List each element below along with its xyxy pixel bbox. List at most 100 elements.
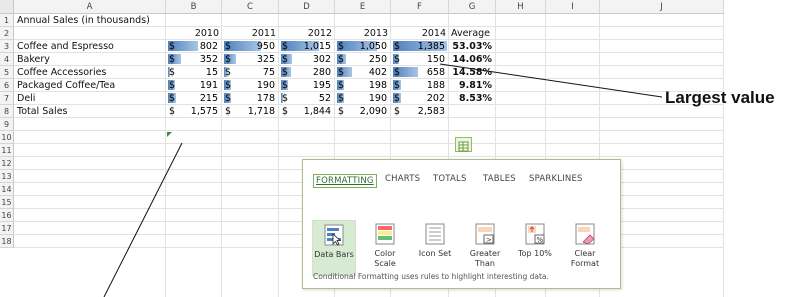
icon-set-button[interactable]: Icon Set [413,223,457,259]
column-header-c[interactable]: C [222,0,279,14]
row-header-11[interactable]: 11 [0,144,14,157]
cell-value: 52 [318,93,331,104]
spreadsheet: ABCDEFGHIJ 1 2 3 4 5 6 7 8 9 10 11 12 13 14 15 16 17 18 A… [0,0,724,297]
clear-format-button[interactable]: Clear Format [563,223,607,269]
cell-value: 1,015 [303,41,331,52]
column-header-j[interactable]: J [600,0,724,14]
row-header-12[interactable]: 12 [0,157,14,170]
row-label: Coffee Accessories [17,67,107,78]
svg-text:>: > [486,236,492,244]
row-header-3[interactable]: 3 [0,40,14,53]
row-header-17[interactable]: 17 [0,222,14,235]
cell-value: 190 [256,80,275,91]
data-bars-icon [323,224,345,246]
select-all-corner[interactable] [0,0,14,14]
cell-value: 402 [368,67,387,78]
quick-analysis-icon [458,141,469,152]
color-scale-button[interactable]: Color Scale [363,223,407,269]
average-value: 14.58% [452,67,492,78]
cell-value: 150 [426,54,445,65]
year-header-2011: 2011 [251,28,276,39]
cell-value: 215 [199,93,218,104]
greater-than-icon: > [474,223,496,245]
year-header-2014: 2014 [421,28,446,39]
cell-value: 250 [368,54,387,65]
total-label: Total Sales [17,106,68,117]
column-header-e[interactable]: E [335,0,391,14]
top-10-button[interactable]: % Top 10% [513,223,557,259]
option-label: Color Scale [374,249,396,268]
row-header-4[interactable]: 4 [0,53,14,66]
option-label: Data Bars [314,250,354,259]
tab-formatting[interactable]: FORMATTING [313,174,377,188]
row-header-8[interactable]: 8 [0,105,14,118]
tab-charts[interactable]: CHARTS [385,174,420,184]
cell-value: 188 [426,80,445,91]
cell-value: 178 [256,93,275,104]
top-10-icon: % [524,223,546,245]
total-value: 1,575 [190,106,218,117]
cell-value: 15 [205,67,218,78]
data-bars-button[interactable]: Data Bars [312,220,356,276]
cell-value: 280 [312,67,331,78]
tab-sparklines[interactable]: SPARKLINES [529,174,583,184]
cell-value: 75 [262,67,275,78]
quick-analysis-panel: FORMATTING CHARTS TOTALS TABLES SPARKLINES D… [302,159,621,289]
cell-value: 802 [199,41,218,52]
total-value: 1,718 [247,106,275,117]
year-header-2012: 2012 [307,28,332,39]
row-header-13[interactable]: 13 [0,170,14,183]
column-header-h[interactable]: H [496,0,546,14]
gridline-h [14,130,724,131]
average-value: 9.81% [459,80,492,91]
row-label: Coffee and Espresso [17,41,114,52]
column-header-b[interactable]: B [166,0,222,14]
cell-value: 302 [312,54,331,65]
cell-value: 190 [368,93,387,104]
tab-totals[interactable]: TOTALS [433,174,467,184]
row-header-10[interactable]: 10 [0,131,14,144]
row-header-9[interactable]: 9 [0,118,14,131]
option-label: Clear Format [570,249,600,268]
cell-value: 202 [426,93,445,104]
average-value: 14.06% [452,54,492,65]
column-header-d[interactable]: D [279,0,335,14]
row-header-16[interactable]: 16 [0,209,14,222]
column-header-i[interactable]: I [546,0,600,14]
column-header-a[interactable]: A [14,0,166,14]
cell-value: 1,385 [417,41,445,52]
cell-value: 195 [312,80,331,91]
row-header-18[interactable]: 18 [0,235,14,248]
svg-text:%: % [537,236,544,244]
callout-largest-value: Largest value [665,88,775,107]
column-header-g[interactable]: G [449,0,496,14]
clear-format-icon [574,223,596,245]
cell-value: 191 [199,80,218,91]
quick-analysis-description: Conditional Formatting uses rules to hig… [313,272,549,281]
row-header-7[interactable]: 7 [0,92,14,105]
gridline-h [14,156,724,157]
total-value: 2,090 [359,106,387,117]
row-header-2[interactable]: 2 [0,27,14,40]
row-header-15[interactable]: 15 [0,196,14,209]
tab-tables[interactable]: TABLES [483,174,516,184]
option-label: Top 10% [518,249,552,258]
icon-set-icon [424,223,446,245]
row-header-14[interactable]: 14 [0,183,14,196]
average-value: 8.53% [459,93,492,104]
sheet-title: Annual Sales (in thousands) [17,15,150,26]
cell-value: 950 [256,41,275,52]
row-label: Bakery [17,54,50,65]
row-header-5[interactable]: 5 [0,66,14,79]
average-value: 53.03% [452,41,492,52]
row-header-1[interactable]: 1 [0,14,14,27]
row-label: Packaged Coffee/Tea [17,80,116,91]
total-value: 2,583 [417,106,445,117]
year-header-2010: 2010 [194,28,219,39]
cell-value: 1,050 [359,41,387,52]
option-label: Icon Set [418,249,452,258]
quick-analysis-button[interactable] [455,137,472,152]
row-header-6[interactable]: 6 [0,79,14,92]
column-header-f[interactable]: F [391,0,449,14]
greater-than-button[interactable]: > Greater Than [463,223,507,269]
